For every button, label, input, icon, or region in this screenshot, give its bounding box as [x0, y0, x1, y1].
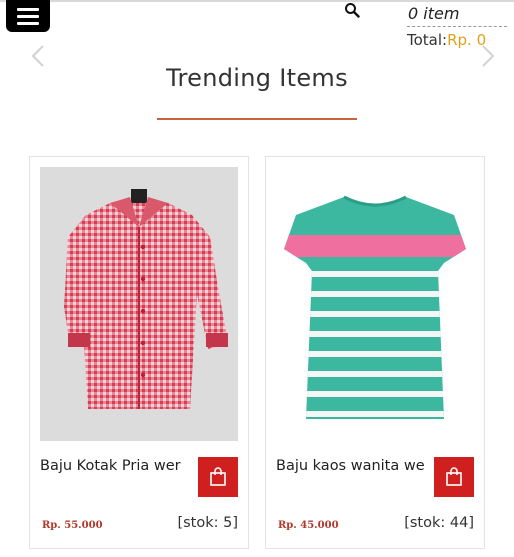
product-card[interactable]: Baju Kotak Pria wer Rp. 55.000 [stok: 5] — [29, 156, 249, 549]
shopping-bag-icon — [210, 467, 226, 486]
product-stock: [stok: 44] — [404, 515, 474, 531]
mini-cart[interactable]: 0 item Total:Rp. 0 — [407, 4, 509, 49]
cart-total-label: Total: — [407, 31, 448, 49]
pink-checked-shirt-image — [64, 189, 228, 409]
product-stock: [stok: 5] — [177, 515, 238, 531]
cart-item-count: 0 item — [408, 4, 460, 23]
add-to-cart-button[interactable] — [434, 457, 474, 497]
product-price: Rp. 55.000 — [42, 520, 103, 531]
menu-icon-bar — [17, 7, 39, 11]
menu-icon-bar — [17, 14, 39, 18]
section-title: Trending Items — [166, 64, 348, 92]
menu-icon-bar — [17, 21, 39, 25]
title-underline — [157, 118, 357, 120]
product-image-striped-tshirt[interactable] — [276, 167, 474, 441]
product-image-checked-shirt[interactable] — [40, 167, 238, 441]
cart-divider — [407, 26, 507, 27]
shopping-bag-icon — [446, 467, 462, 486]
top-border — [0, 0, 514, 2]
product-name[interactable]: Baju Kotak Pria wer — [40, 458, 190, 474]
search-icon[interactable] — [344, 2, 360, 18]
product-price: Rp. 45.000 — [278, 520, 339, 531]
hamburger-menu-button[interactable] — [6, 0, 50, 32]
product-name[interactable]: Baju kaos wanita we — [276, 458, 426, 474]
product-card[interactable]: Baju kaos wanita we Rp. 45.000 [stok: 44… — [265, 156, 485, 549]
striped-tshirt-image — [284, 195, 466, 419]
add-to-cart-button[interactable] — [198, 457, 238, 497]
